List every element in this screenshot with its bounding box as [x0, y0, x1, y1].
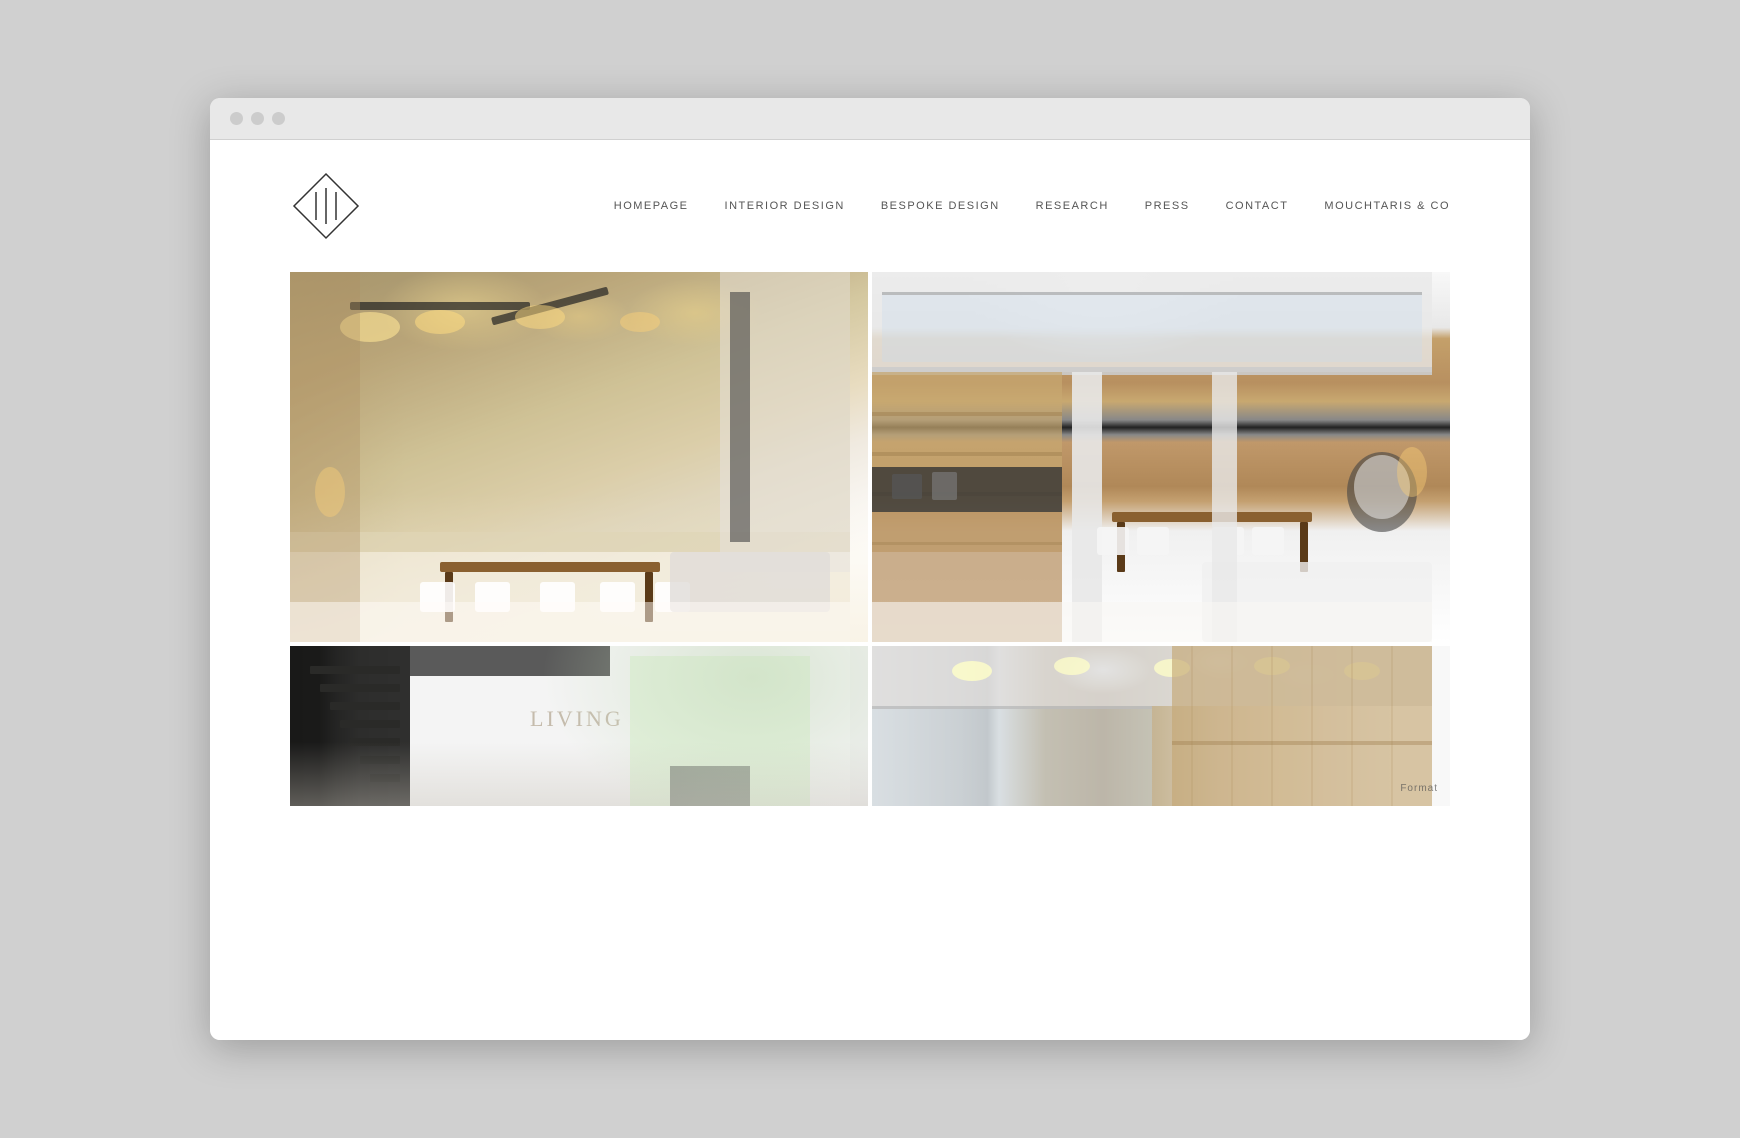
- gallery-photo-top-right[interactable]: [872, 272, 1450, 642]
- gallery-photo-bottom-right[interactable]: Format: [872, 646, 1450, 806]
- nav-item-mouchtaris-co[interactable]: MOUCHTARIS & CO: [1324, 200, 1450, 212]
- gallery-photo-bottom-left[interactable]: LIVING: [290, 646, 868, 806]
- nav-item-bespoke-design[interactable]: BESPOKE DESIGN: [881, 200, 1000, 212]
- nav-item-interior-design[interactable]: INTERIOR DESIGN: [725, 200, 845, 212]
- browser-chrome: [210, 98, 1530, 140]
- site-header: HOMEPAGE INTERIOR DESIGN BESPOKE DESIGN …: [210, 140, 1530, 272]
- gallery-photo-top-left[interactable]: [290, 272, 868, 642]
- format-label: Format: [1400, 783, 1438, 794]
- nav-item-press[interactable]: PRESS: [1145, 200, 1190, 212]
- photo-grid: LIVING: [210, 272, 1530, 846]
- browser-window: HOMEPAGE INTERIOR DESIGN BESPOKE DESIGN …: [210, 98, 1530, 1040]
- logo[interactable]: [290, 170, 362, 242]
- nav-item-research[interactable]: RESEARCH: [1036, 200, 1109, 212]
- site-content: HOMEPAGE INTERIOR DESIGN BESPOKE DESIGN …: [210, 140, 1530, 1040]
- nav-item-contact[interactable]: CONTACT: [1226, 200, 1289, 212]
- logo-diamond-icon: [290, 170, 362, 242]
- site-nav: HOMEPAGE INTERIOR DESIGN BESPOKE DESIGN …: [614, 200, 1450, 212]
- browser-dot-minimize[interactable]: [251, 112, 264, 125]
- browser-dot-close[interactable]: [230, 112, 243, 125]
- nav-item-homepage[interactable]: HOMEPAGE: [614, 200, 689, 212]
- svg-text:LIVING: LIVING: [530, 706, 624, 731]
- browser-dot-maximize[interactable]: [272, 112, 285, 125]
